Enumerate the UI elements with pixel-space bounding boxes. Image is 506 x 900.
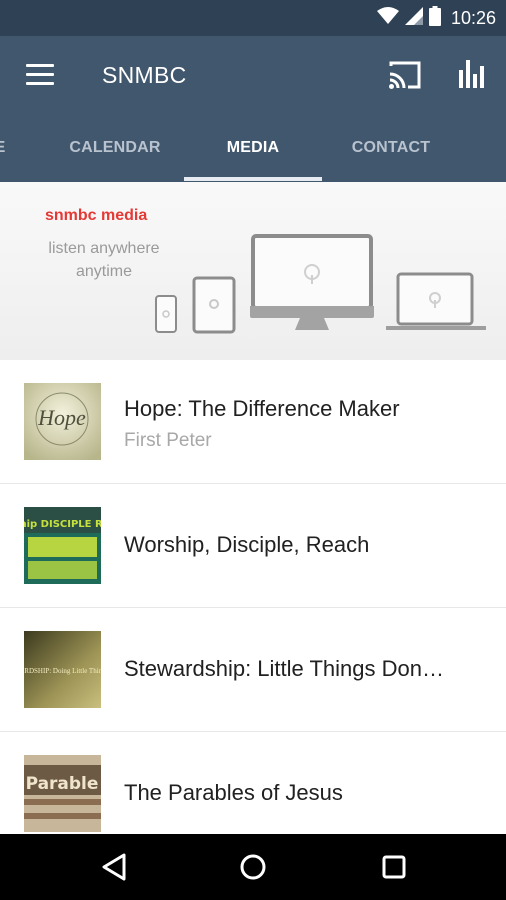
devices-illustration — [155, 234, 486, 334]
tab-calendar[interactable]: CALENDAR — [46, 116, 184, 182]
thumb-text: Worship DISCIPLE REACH — [24, 519, 101, 530]
app-bar: SNMBC — [0, 36, 506, 116]
battery-icon — [428, 5, 441, 31]
series-thumbnail: Worship DISCIPLE REACH — [24, 507, 101, 584]
item-title: Hope: The Difference Maker — [124, 396, 400, 421]
thumb-text: Parable — [26, 774, 99, 794]
series-thumbnail: Hope — [24, 383, 101, 460]
status-icons: 10:26 — [376, 0, 496, 36]
item-title: The Parables of Jesus — [124, 780, 343, 805]
banner-title: snmbc media — [45, 207, 148, 224]
tab-partial[interactable]: E — [0, 116, 10, 182]
wifi-icon — [376, 6, 399, 30]
thumb-text: Hope — [37, 405, 86, 430]
tab-indicator — [184, 177, 322, 181]
media-banner: snmbc media listen anywhere anytime — [0, 182, 506, 360]
equalizer-icon[interactable] — [456, 58, 488, 90]
item-subtitle: First Peter — [124, 430, 212, 451]
series-thumbnail: STEWARDSHIP: Doing Little Things Well — [24, 631, 101, 708]
recents-icon[interactable] — [377, 850, 411, 884]
back-icon[interactable] — [98, 850, 132, 884]
item-title: Stewardship: Little Things Don… — [124, 656, 444, 681]
menu-icon[interactable] — [26, 64, 54, 86]
home-icon[interactable] — [236, 850, 270, 884]
series-thumbnail: Parable — [24, 755, 101, 832]
list-item[interactable]: Hope Hope: The Difference Maker First Pe… — [0, 360, 506, 484]
status-bar: 10:26 — [0, 0, 506, 36]
list-item[interactable]: STEWARDSHIP: Doing Little Things Well St… — [0, 608, 506, 732]
status-time: 10:26 — [450, 7, 496, 28]
tab-media[interactable]: MEDIA — [184, 116, 322, 182]
tab-bar: E CALENDAR MEDIA CONTACT — [0, 116, 506, 182]
system-nav-bar — [0, 834, 506, 900]
app-title: SNMBC — [102, 62, 187, 88]
tab-contact[interactable]: CONTACT — [322, 116, 460, 182]
list-item[interactable]: Worship DISCIPLE REACH Worship, Disciple… — [0, 484, 506, 608]
thumb-text: STEWARDSHIP: Doing Little Things Well — [24, 667, 101, 675]
cast-icon[interactable] — [388, 60, 422, 90]
media-list: Hope Hope: The Difference Maker First Pe… — [0, 360, 506, 856]
item-title: Worship, Disciple, Reach — [124, 532, 370, 557]
signal-icon — [404, 6, 423, 30]
